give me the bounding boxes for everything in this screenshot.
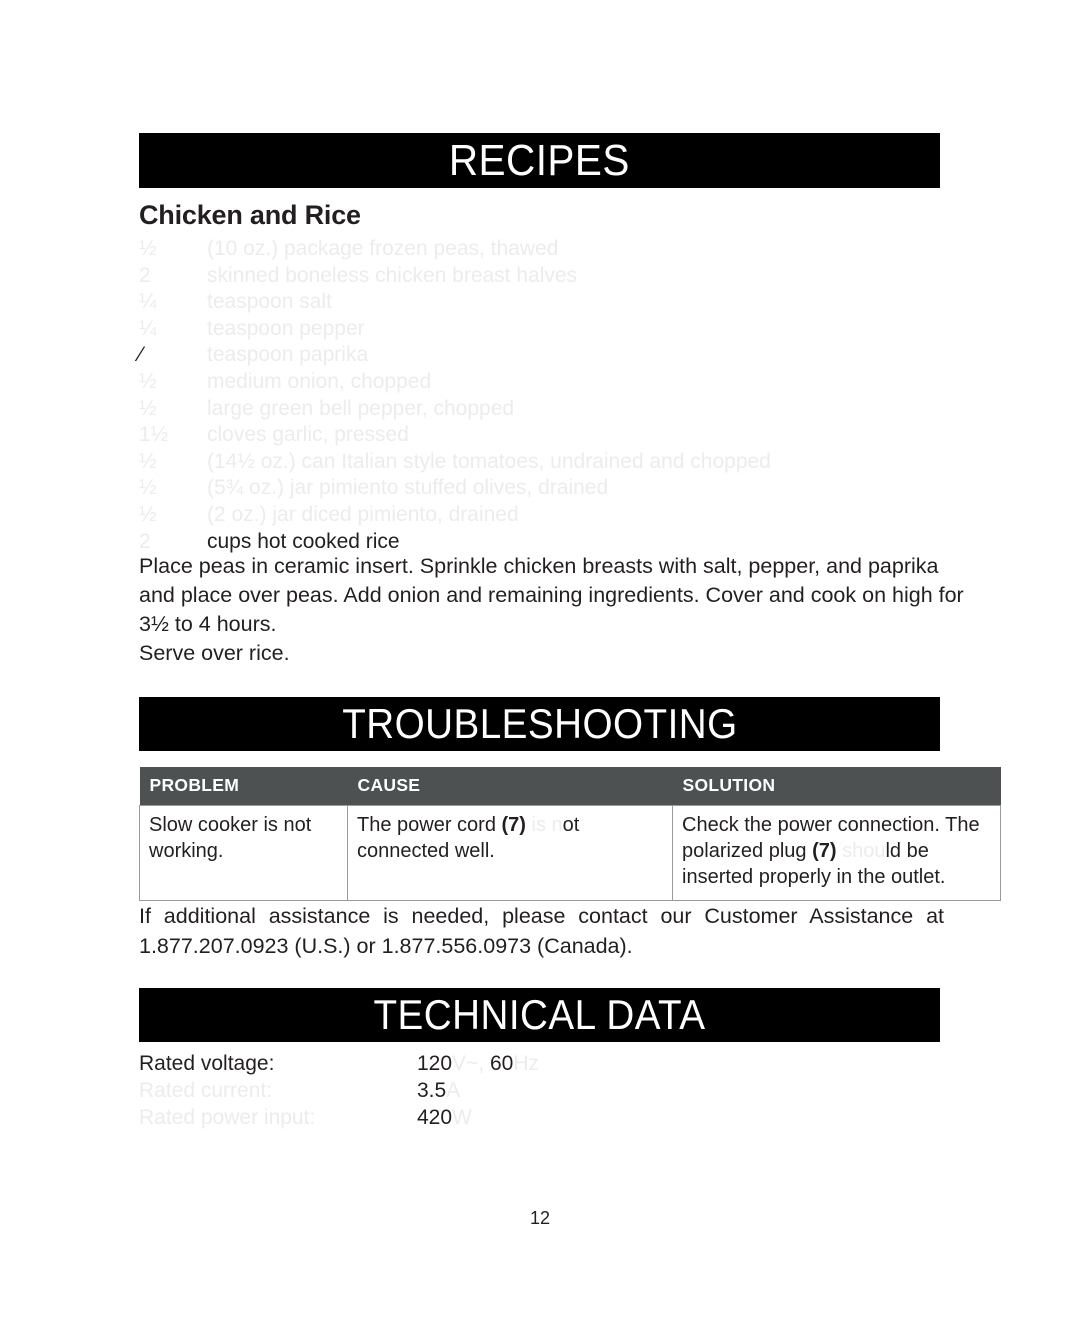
cell-solution-part-reference: (7) [812,840,837,862]
ingredient-quantity: 2 [139,263,151,287]
ingredient-quantity: ¼ [139,316,157,340]
ingredient-row: 2 skinned boneless chicken breast halves [139,263,949,290]
troubleshooting-table: PROBLEM CAUSE SOLUTION Slow cooker is no… [139,767,1001,901]
ingredient-row: ½ medium onion, chopped [139,369,949,396]
ingredient-row: ⁄ teaspoon paprika [139,342,949,369]
column-header-problem: PROBLEM [139,767,348,806]
ingredient-row: ½ (2 oz.) jar diced pimiento, drained [139,502,949,529]
technical-data-value: 120V~, 60Hz [417,1050,739,1077]
document-page: RECIPES Chicken and Rice ½ (10 oz.) packa… [0,0,1080,1323]
ingredient-row: ¼ teaspoon pepper [139,316,949,343]
ingredient-description: (10 oz.) package frozen peas, thawed [207,237,559,260]
cell-problem: Slow cooker is not working. [139,805,348,901]
method-line: and place over peas. Add onion and remai… [139,583,964,607]
cell-cause-text: The power cord [357,814,502,836]
section-banner-technical-data: TECHNICAL DATA [139,988,940,1042]
table-header-row: PROBLEM CAUSE SOLUTION [139,767,1001,806]
ingredient-quantity: ½ [139,449,157,473]
technical-data-row: Rated voltage: 120V~, 60Hz [139,1050,739,1077]
customer-assistance-note: If additional assistance is needed, plea… [139,901,944,961]
ingredient-description: teaspoon salt [207,290,332,314]
ingredient-quantity: ¼ [139,290,157,314]
ingredient-quantity: ½ [139,502,157,526]
ingredient-description: medium onion, chopped [207,369,432,393]
method-line: Serve over rice. [139,641,290,665]
table-body: Slow cooker is not working. The power cor… [139,805,1001,901]
cell-cause-part-reference: (7) [501,814,526,836]
section-banner-troubleshooting: TROUBLESHOOTING [139,697,940,751]
technical-data-value: 420W [417,1104,739,1131]
section-banner-technical-data-label: TECHNICAL DATA [373,991,706,1038]
recipe-method: Place peas in ceramic insert. Sprinkle c… [139,552,964,668]
method-line: 3½ to 4 hours. [139,612,277,636]
page-number: 12 [529,1208,551,1228]
ingredient-description: cloves garlic, pressed [207,423,409,447]
ingredient-quantity: 1½ [139,423,169,447]
ingredient-row: 1½ cloves garlic, pressed [139,422,949,449]
technical-data-label: Rated voltage: [139,1052,275,1075]
technical-data-value-number: 420 [417,1106,453,1129]
cell-cause-faded-text: is n [525,814,563,836]
section-banner-recipes: RECIPES [139,133,940,188]
ingredient-description: large green bell pepper, chopped [207,396,515,420]
recipe-title: Chicken and Rice [139,200,361,230]
technical-data-label: Rated power input: [139,1106,316,1129]
ingredient-row: ½ (10 oz.) package frozen peas, thawed [139,236,949,263]
table-row: Slow cooker is not working. The power cor… [139,805,1001,901]
method-line: Place peas in ceramic insert. Sprinkle c… [139,554,939,578]
technical-data-value-unit: W [452,1106,472,1129]
technical-data-value-unit: V~, [452,1052,490,1075]
technical-data-value-number: 3.5 [417,1079,447,1102]
cell-solution-faded-text: shou [836,840,886,862]
ingredient-description: teaspoon pepper [207,316,365,340]
ingredient-description: skinned boneless chicken breast halves [207,263,578,287]
technical-data-label: Rated current: [139,1079,273,1102]
ingredient-row: ½ large green bell pepper, chopped [139,396,949,423]
cell-cause: The power cord (7) is not connected well… [347,805,673,901]
cell-solution: Check the power connection. The polarize… [672,805,1001,901]
technical-data-value-unit-2: Hz [513,1052,540,1075]
ingredient-description: (5¾ oz.) jar pimiento stuffed olives, dr… [207,476,609,500]
technical-data-value-number: 120 [417,1052,453,1075]
technical-data-row: Rated power input: 420W [139,1104,739,1131]
ingredient-row: ¼ teaspoon salt [139,289,949,316]
section-banner-recipes-label: RECIPES [449,135,630,185]
technical-data-value-number-2: 60 [490,1052,514,1075]
ingredient-quantity: ½ [139,237,157,260]
table-header: PROBLEM CAUSE SOLUTION [139,767,1001,806]
technical-data-value: 3.5A [417,1077,739,1104]
technical-data-list: Rated voltage: 120V~, 60Hz Rated current: 3… [139,1050,739,1131]
ingredient-list: ½ (10 oz.) package frozen peas, thawed 2 sk… [139,236,949,555]
ingredient-row: ½ (14½ oz.) can Italian style tomatoes, u… [139,449,949,476]
ingredient-quantity: ⁄ [139,343,143,367]
assistance-line-1: If additional assistance is needed, plea… [139,904,944,928]
ingredient-description: (14½ oz.) can Italian style tomatoes, un… [207,449,771,473]
ingredient-quantity: ½ [139,369,157,393]
technical-data-row: Rated current: 3.5A [139,1077,739,1104]
ingredient-description: teaspoon paprika [207,343,369,367]
column-header-cause: CAUSE [347,767,673,806]
column-header-solution: SOLUTION [672,767,1001,806]
section-banner-troubleshooting-label: TROUBLESHOOTING [341,700,738,747]
ingredient-row: ½ (5¾ oz.) jar pimiento stuffed olives, d… [139,475,949,502]
ingredient-quantity: ½ [139,476,157,500]
technical-data-value-unit: A [446,1079,461,1102]
assistance-line-2: 1.877.207.0923 (U.S.) or 1.877.556.0973 … [139,934,633,958]
ingredient-quantity: ½ [139,396,157,420]
ingredient-description: (2 oz.) jar diced pimiento, drained [207,502,519,526]
